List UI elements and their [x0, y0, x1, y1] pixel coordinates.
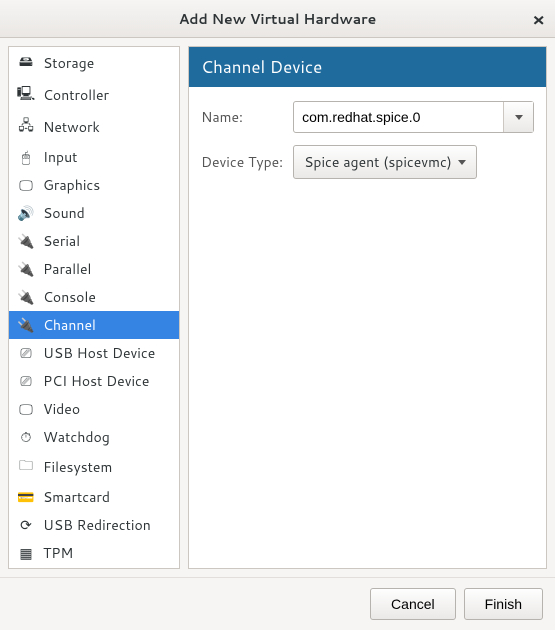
video-icon: 🖵 [17, 399, 35, 419]
sidebar-item-label: USB Host Device [43, 343, 155, 363]
console-icon: 🔌 [17, 287, 35, 307]
sidebar-item-label: Video [43, 399, 80, 419]
smartcard-icon: 💳 [17, 487, 35, 507]
name-combo[interactable] [293, 101, 534, 133]
sound-icon: 🔊 [17, 203, 35, 223]
sidebar-item-pci-host-device[interactable]: ⎚ PCI Host Device [9, 367, 179, 395]
sidebar-item-serial[interactable]: 🔌 Serial [9, 227, 179, 255]
name-label: Name: [201, 107, 283, 127]
sidebar-item-label: Controller [43, 85, 109, 105]
sidebar-item-label: Serial [43, 231, 80, 251]
sidebar-item-storage[interactable]: 🖴 Storage [9, 47, 179, 79]
sidebar-item-label: PCI Host Device [43, 371, 149, 391]
sidebar-item-input[interactable]: 🖱 Input [9, 143, 179, 171]
sidebar-item-usb-redirection[interactable]: ⟳ USB Redirection [9, 511, 179, 539]
chevron-down-icon [515, 115, 523, 120]
sidebar-item-graphics[interactable]: 🖵 Graphics [9, 171, 179, 199]
serial-icon: 🔌 [17, 231, 35, 251]
sidebar-item-channel[interactable]: 🔌 Channel [9, 311, 179, 339]
storage-icon: 🖴 [17, 51, 35, 75]
sidebar-item-label: TPM [43, 543, 73, 563]
parallel-icon: 🔌 [17, 259, 35, 279]
filesystem-icon: 🗀 [17, 455, 35, 479]
sidebar-item-label: Network [43, 117, 100, 137]
sidebar-item-label: Input [43, 147, 77, 167]
sidebar-item-usb-host-device[interactable]: ⎚ USB Host Device [9, 339, 179, 367]
sidebar-item-filesystem[interactable]: 🗀 Filesystem [9, 451, 179, 483]
network-icon: 🖧 [17, 115, 35, 139]
device-type-label: Device Type: [201, 152, 283, 172]
sidebar-item-label: Smartcard [43, 487, 110, 507]
usb-host-device-icon: ⎚ [17, 343, 35, 363]
window-title: Add New Virtual Hardware [179, 9, 377, 29]
sidebar-item-tpm[interactable]: ▦ TPM [9, 539, 179, 567]
input-icon: 🖱 [17, 147, 35, 167]
device-type-value: Spice agent (spicevmc) [304, 152, 452, 172]
tpm-icon: ▦ [17, 543, 35, 563]
pci-host-device-icon: ⎚ [17, 371, 35, 391]
cancel-button[interactable]: Cancel [370, 588, 456, 620]
watchdog-icon: ⏱ [17, 427, 35, 447]
sidebar-item-controller[interactable]: 🖳 Controller [9, 79, 179, 111]
dialog-footer: Cancel Finish [0, 577, 555, 630]
sidebar-item-smartcard[interactable]: 💳 Smartcard [9, 483, 179, 511]
sidebar-item-console[interactable]: 🔌 Console [9, 283, 179, 311]
sidebar-item-sound[interactable]: 🔊 Sound [9, 199, 179, 227]
sidebar-item-label: Storage [43, 53, 94, 73]
device-type-select[interactable]: Spice agent (spicevmc) [293, 145, 477, 179]
sidebar-item-label: Parallel [43, 259, 91, 279]
main-panel: Channel Device Name: Device Type: Spice … [188, 46, 547, 569]
channel-icon: 🔌 [17, 315, 35, 335]
panel-title: Channel Device [189, 47, 546, 87]
controller-icon: 🖳 [17, 83, 35, 107]
sidebar-item-rng[interactable]: ⎚RNG [9, 567, 179, 569]
sidebar-item-label: USB Redirection [43, 515, 151, 535]
name-dropdown-button[interactable] [503, 102, 533, 132]
finish-button[interactable]: Finish [464, 588, 543, 620]
graphics-icon: 🖵 [17, 175, 35, 195]
close-icon[interactable]: × [532, 6, 545, 32]
sidebar-item-label: Graphics [43, 175, 100, 195]
sidebar-item-parallel[interactable]: 🔌 Parallel [9, 255, 179, 283]
usb-redirection-icon: ⟳ [17, 515, 35, 535]
hardware-type-sidebar: 🖴 Storage 🖳 Controller 🖧 Network 🖱 Input 🖵 Graphi… [8, 46, 180, 569]
sidebar-item-network[interactable]: 🖧 Network [9, 111, 179, 143]
sidebar-item-label: Watchdog [43, 427, 110, 447]
sidebar-item-video[interactable]: 🖵 Video [9, 395, 179, 423]
titlebar: Add New Virtual Hardware × [0, 0, 555, 38]
sidebar-item-label: Channel [43, 315, 96, 335]
name-input[interactable] [294, 102, 503, 132]
sidebar-item-watchdog[interactable]: ⏱ Watchdog [9, 423, 179, 451]
chevron-down-icon [458, 160, 466, 165]
sidebar-item-label: Console [43, 287, 96, 307]
sidebar-item-label: Filesystem [43, 457, 112, 477]
sidebar-item-label: Sound [43, 203, 85, 223]
